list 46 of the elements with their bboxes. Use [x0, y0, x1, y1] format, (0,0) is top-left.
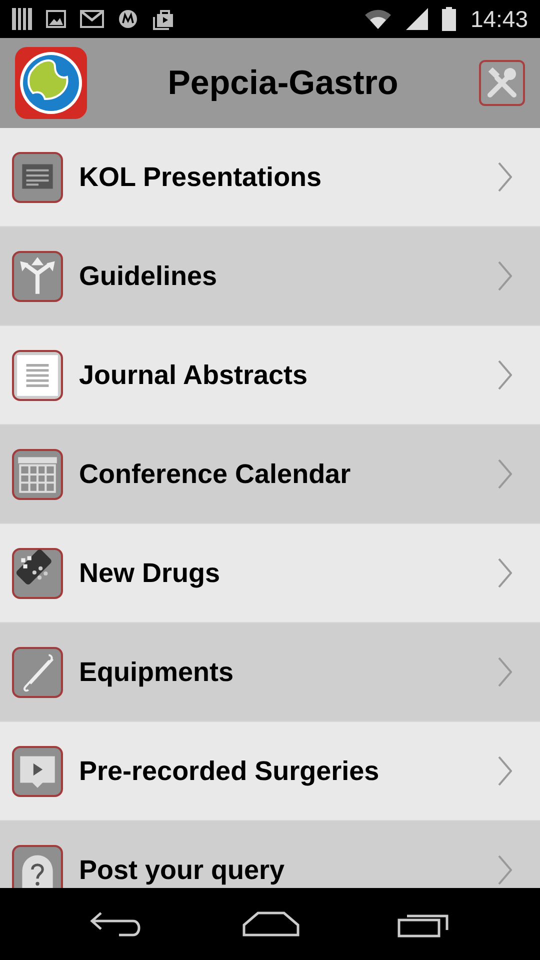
- chevron-icon: [498, 855, 512, 885]
- menu-item[interactable]: Post your query: [0, 821, 540, 888]
- chevron-icon: [498, 558, 512, 588]
- circle-logo-icon: [118, 9, 138, 29]
- menu-label: KOL Presentations: [79, 160, 323, 194]
- slides-icon: [12, 152, 63, 202]
- menu-item[interactable]: Conference Calendar: [0, 425, 540, 524]
- barcode-icon: [12, 8, 32, 30]
- tools-icon: [485, 66, 519, 100]
- home-icon[interactable]: [242, 911, 300, 937]
- clock-time: 14:43: [470, 4, 528, 34]
- video-icon: [12, 746, 63, 796]
- menu-item[interactable]: Equipments: [0, 623, 540, 722]
- chevron-icon: [498, 459, 512, 489]
- menu-label: Guidelines: [79, 260, 218, 293]
- app-title: Pepcia-Gastro: [168, 62, 398, 104]
- mail-icon: [80, 10, 104, 28]
- question-icon: [12, 844, 63, 888]
- menu-item[interactable]: Journal Abstracts: [0, 326, 540, 425]
- menu-label: Conference Calendar: [79, 458, 352, 491]
- menu-item[interactable]: Guidelines: [0, 227, 540, 326]
- menu-label: Journal Abstracts: [79, 358, 309, 392]
- directions-icon: [12, 250, 63, 302]
- menu-item[interactable]: Pre-recorded Surgeries: [0, 722, 540, 821]
- settings-button[interactable]: [479, 60, 525, 106]
- pills-icon: [12, 548, 63, 598]
- chevron-icon: [498, 657, 512, 687]
- chevron-icon: [498, 360, 512, 390]
- shopping-bag-icon: [152, 8, 174, 30]
- hooks-icon: [12, 646, 63, 698]
- document-icon: [12, 350, 63, 400]
- calendar-icon: [12, 448, 63, 500]
- menu-item[interactable]: New Drugs: [0, 524, 540, 623]
- chevron-icon: [498, 162, 512, 192]
- menu-label: New Drugs: [79, 556, 222, 590]
- signal-icon: [406, 8, 428, 30]
- app-logo: [15, 47, 87, 119]
- image-icon: [46, 10, 66, 28]
- wifi-icon: [364, 8, 392, 30]
- battery-icon: [442, 7, 456, 31]
- menu-label: Pre-recorded Surgeries: [79, 754, 380, 788]
- menu-label: Post your query: [79, 854, 286, 887]
- menu-item[interactable]: KOL Presentations: [0, 128, 540, 227]
- chevron-icon: [498, 261, 512, 291]
- menu-label: Equipments: [79, 656, 235, 689]
- chevron-icon: [498, 756, 512, 786]
